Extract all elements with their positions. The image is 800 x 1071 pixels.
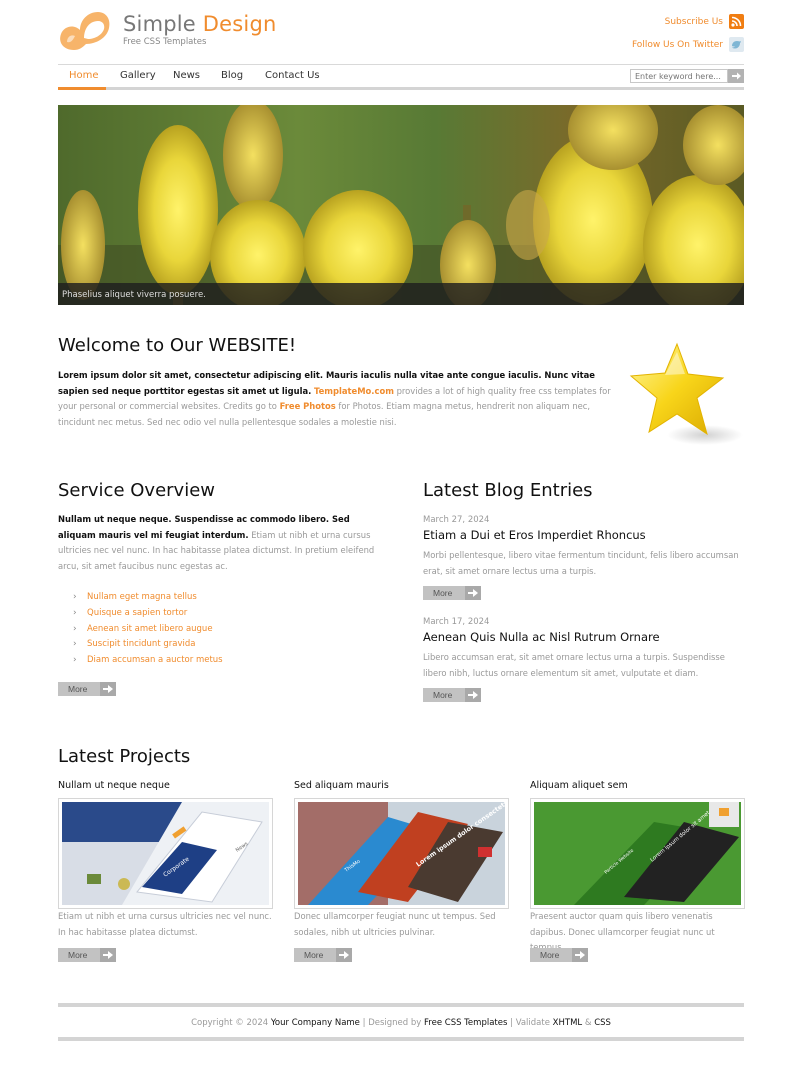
service-text: Nullam ut neque neque. Suspendisse ac co…	[58, 512, 380, 574]
project-title[interactable]: Nullam ut neque neque	[58, 780, 170, 791]
twitter-link[interactable]: Follow Us On Twitter	[632, 37, 744, 52]
blog-entry-title[interactable]: Etiam a Dui et Eros Imperdiet Rhoncus	[423, 528, 646, 542]
service-list: › Nullam eget magna tellus › Quisque a sap…	[73, 590, 223, 669]
project-image: Lorem ipsum dolor consectetur adipiscing…	[298, 802, 505, 905]
project-thumbnail[interactable]: Lorem ipsum dolor sit amet Particle Webs…	[530, 798, 745, 909]
nav-gallery[interactable]: Gallery	[120, 70, 156, 81]
more-label: More	[304, 950, 324, 960]
project-title[interactable]: Sed aliquam mauris	[294, 780, 389, 791]
xhtml-link[interactable]: XHTML	[553, 1018, 582, 1028]
list-item-label: Nullam eget magna tellus	[87, 592, 197, 602]
designed-by-text: Designed by	[368, 1018, 422, 1028]
project-image: Corporate News	[62, 802, 269, 905]
nav-home[interactable]: Home	[69, 70, 99, 81]
list-item[interactable]: › Aenean sit amet libero augue	[73, 622, 223, 638]
star-icon	[625, 340, 745, 450]
site-title-accent: Design	[202, 12, 277, 36]
list-item[interactable]: › Diam accumsan a auctor metus	[73, 653, 223, 669]
blog-date: March 17, 2024	[423, 617, 490, 627]
more-label: More	[68, 950, 88, 960]
arrow-right-icon	[100, 682, 116, 696]
blog-date: March 27, 2024	[423, 515, 490, 525]
list-item[interactable]: › Suscipit tincidunt gravida	[73, 637, 223, 653]
nav-contact[interactable]: Contact Us	[265, 70, 320, 81]
chevron-right-icon: ›	[73, 639, 77, 650]
footer-top-border	[58, 1003, 744, 1007]
blog-heading: Latest Blog Entries	[423, 480, 593, 501]
arrow-right-icon	[465, 586, 481, 600]
list-item[interactable]: › Quisque a sapien tortor	[73, 606, 223, 622]
chevron-right-icon: ›	[73, 607, 77, 618]
search-input[interactable]	[630, 69, 728, 83]
blog-entry-title[interactable]: Aenean Quis Nulla ac Nisl Rutrum Ornare	[423, 630, 660, 644]
service-more-button[interactable]: More	[58, 682, 116, 696]
blog-entry-text: Libero accumsan erat, sit amet ornare le…	[423, 652, 725, 678]
rss-icon	[729, 14, 744, 29]
nav-top-border	[58, 64, 744, 65]
banner-image: Phaselius aliquet viverra posuere.	[58, 105, 744, 305]
company-link[interactable]: Your Company Name	[271, 1018, 360, 1028]
list-item-label: Diam accumsan a auctor metus	[87, 655, 223, 666]
nav-blog[interactable]: Blog	[221, 70, 243, 81]
arrow-right-icon	[336, 948, 352, 962]
list-item[interactable]: › Nullam eget magna tellus	[73, 590, 223, 606]
site-title[interactable]: Simple Design	[123, 12, 277, 36]
welcome-text: Lorem ipsum dolor sit amet, consectetur …	[58, 368, 618, 430]
project-image: Lorem ipsum dolor sit amet Particle Webs…	[534, 802, 741, 905]
project-more-button[interactable]: More	[58, 948, 116, 962]
subscribe-label: Subscribe Us	[664, 16, 723, 27]
chevron-right-icon: ›	[73, 623, 77, 634]
list-item-label: Aenean sit amet libero augue	[87, 623, 213, 634]
project-title[interactable]: Aliquam aliquet sem	[530, 780, 628, 791]
nav-bottom-border	[58, 87, 744, 90]
footer-text: Copyright © 2024 Your Company Name | Des…	[191, 1018, 611, 1028]
banner-caption: Phaselius aliquet viverra posuere.	[62, 290, 206, 300]
blog-entry-text: Morbi pellentesque, libero vitae ferment…	[423, 550, 739, 576]
site-tagline: Free CSS Templates	[123, 37, 207, 47]
nav-news[interactable]: News	[173, 70, 200, 81]
arrow-right-icon	[732, 72, 741, 80]
chevron-right-icon: ›	[73, 655, 77, 666]
copyright-text: Copyright © 2024	[191, 1018, 269, 1028]
twitter-bird-icon	[729, 37, 744, 52]
more-label: More	[68, 684, 88, 694]
nav-active-indicator	[58, 87, 106, 90]
project-thumbnail[interactable]: Lorem ipsum dolor consectetur adipiscing…	[294, 798, 509, 909]
more-label: More	[540, 950, 560, 960]
more-label: More	[433, 588, 453, 598]
free-photos-link[interactable]: Free Photos	[280, 401, 336, 411]
templatemo-link[interactable]: TemplateMo.com	[314, 386, 394, 396]
arrow-right-icon	[572, 948, 588, 962]
project-text: Donec ullamcorper feugiat nunc ut tempus…	[294, 911, 496, 937]
project-thumbnail[interactable]: Corporate News	[58, 798, 273, 909]
projects-heading: Latest Projects	[58, 746, 191, 767]
logo-icon[interactable]	[58, 10, 112, 52]
service-heading: Service Overview	[58, 480, 215, 501]
footer-bottom-border	[58, 1037, 744, 1041]
validate-text: Validate	[515, 1018, 550, 1028]
blog-more-button[interactable]: More	[423, 586, 481, 600]
chevron-right-icon: ›	[73, 592, 77, 602]
follow-label: Follow Us On Twitter	[631, 39, 723, 50]
project-more-button[interactable]: More	[530, 948, 588, 962]
project-more-button[interactable]: More	[294, 948, 352, 962]
arrow-right-icon	[100, 948, 116, 962]
subscribe-link[interactable]: Subscribe Us	[665, 14, 744, 29]
site-title-main: Simple	[123, 12, 196, 36]
search-button[interactable]	[728, 69, 744, 83]
project-text: Etiam ut nibh et urna cursus ultricies n…	[58, 911, 272, 937]
more-label: More	[433, 690, 453, 700]
arrow-right-icon	[465, 688, 481, 702]
css-link[interactable]: CSS	[594, 1018, 611, 1028]
blog-more-button[interactable]: More	[423, 688, 481, 702]
list-item-label: Quisque a sapien tortor	[87, 607, 188, 618]
designer-link[interactable]: Free CSS Templates	[424, 1018, 507, 1028]
welcome-heading: Welcome to Our WEBSITE!	[58, 335, 297, 356]
list-item-label: Suscipit tincidunt gravida	[87, 639, 196, 650]
amp-text: &	[584, 1018, 592, 1028]
